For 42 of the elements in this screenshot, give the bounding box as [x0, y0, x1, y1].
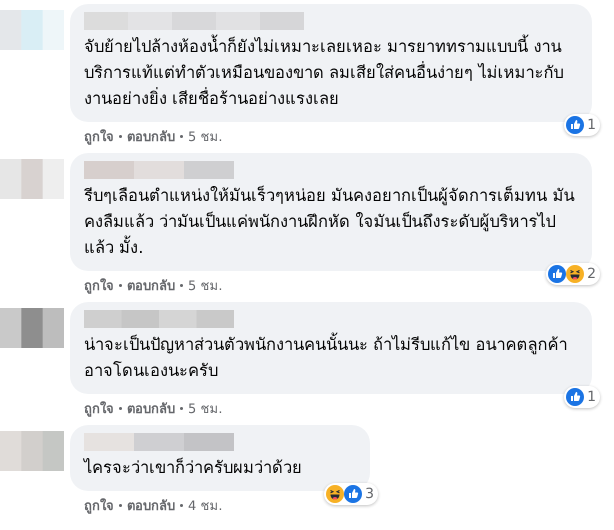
- separator-dot: [180, 504, 183, 507]
- reaction-badge[interactable]: 3: [324, 483, 378, 505]
- reaction-badge[interactable]: 1: [564, 114, 600, 136]
- reaction-badge[interactable]: 1: [564, 386, 600, 408]
- reply-link[interactable]: ตอบกลับ: [127, 398, 175, 419]
- reaction-badge[interactable]: 2: [546, 263, 600, 285]
- reply-link[interactable]: ตอบกลับ: [127, 495, 175, 516]
- comment-text: รีบๆเลือนตำแหน่งให้มันเร็วๆหน่อย มันคงอยากเป็นผู้จัดการเต็มทน มันคงลืมแล้ว ว่ามันเป็นแค่พนักงานฝึกหัด ใจมันเป็นถึงระดับผู้บริหารไปแล้ว มั้ง.: [84, 184, 576, 259]
- thumbs-up-icon: [344, 485, 362, 503]
- reply-link[interactable]: ตอบกลับ: [127, 275, 175, 296]
- comment-text: ไครจะว่าเขาก็ว่าครับผมว่าด้วย: [84, 456, 303, 479]
- comment-time: 5 ชม.: [188, 129, 223, 147]
- separator-dot: [119, 504, 122, 507]
- laughing-emoji-icon: [566, 265, 584, 283]
- separator-dot: [180, 135, 183, 138]
- separator-dot: [119, 407, 122, 410]
- separator-dot: [180, 407, 183, 410]
- like-link[interactable]: ถูกใจ: [84, 126, 114, 147]
- comment-time: 4 ชม.: [188, 498, 223, 516]
- thumbs-up-icon: [548, 265, 566, 283]
- reaction-count: 1: [587, 117, 596, 133]
- laughing-emoji-icon: [326, 485, 344, 503]
- comment-time: 5 ชม.: [188, 278, 223, 296]
- thumbs-up-icon: [566, 388, 584, 406]
- separator-dot: [119, 284, 122, 287]
- comment-text: น่าจะเป็นปัญหาส่วนตัวพนักงานคนนั้นนะ ถ้าไม่รีบแก้ไข อนาคตลูกค้าอาจโดนเองนะครับ: [84, 332, 578, 384]
- separator-dot: [119, 135, 122, 138]
- like-link[interactable]: ถูกใจ: [84, 398, 114, 419]
- pixelated-avatar: [0, 308, 64, 348]
- pixelated-avatar: [0, 431, 64, 471]
- pixelated-avatar: [0, 10, 64, 50]
- like-link[interactable]: ถูกใจ: [84, 495, 114, 516]
- reaction-count: 3: [365, 486, 374, 502]
- comment-time: 5 ชม.: [188, 401, 223, 419]
- reaction-count: 1: [587, 389, 596, 405]
- pixelated-avatar: [0, 159, 64, 199]
- comment-text: จับย้ายไปล้างห้องน้ำก็ยังไม่เหมาะเลยเหอะ มารยาททรามแบบนี้ งานบริการแท้แต่ทำตัวเหมือนของขาด ลมเสียใส่คนอื่นง่ายๆ ไม่เหมาะกับงานอย่างยิ่ง เสียชื่อร้านอย่างแรงเลย: [84, 34, 578, 112]
- thumbs-up-icon: [566, 116, 584, 134]
- separator-dot: [180, 284, 183, 287]
- reply-link[interactable]: ตอบกลับ: [127, 126, 175, 147]
- reaction-count: 2: [587, 266, 596, 282]
- like-link[interactable]: ถูกใจ: [84, 275, 114, 296]
